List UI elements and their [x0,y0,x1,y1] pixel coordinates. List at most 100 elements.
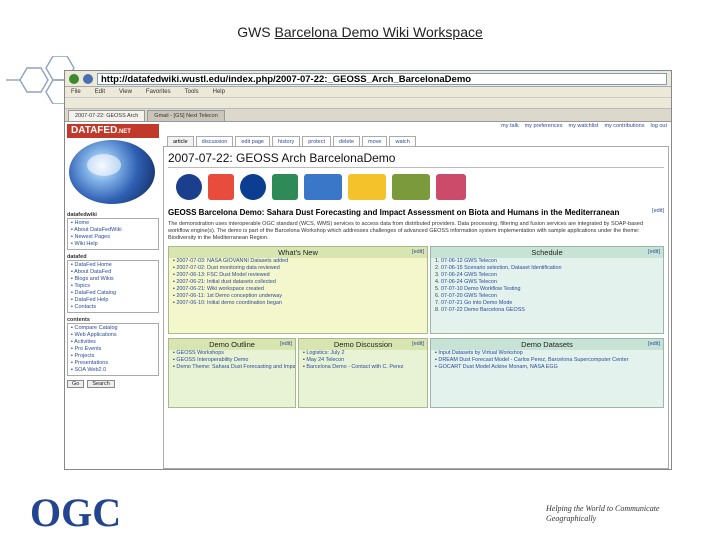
page-tab[interactable]: watch [389,136,416,146]
sidebar-item[interactable]: ▪ Projects [71,353,155,360]
list-item: ▪ DREAM Dust Forecast Model - Carlos Per… [435,357,629,363]
user-link[interactable]: my contributions [604,123,644,129]
sidebar-item[interactable]: ▪ Topics [71,283,155,290]
menu-help[interactable]: Help [213,89,225,95]
list-link[interactable]: 07-06-24 GWS Telecon [441,279,497,285]
edit-link[interactable]: [edit] [280,341,292,347]
list-link[interactable]: 07-06-24 GWS Telecon [441,272,497,278]
list-link[interactable]: May 24 Telecon [306,357,344,363]
slide-title-link[interactable]: Barcelona Demo Wiki Workspace [275,24,483,40]
address-row: http://datafedwiki.wustl.edu/index.php/2… [65,71,671,87]
edit-link[interactable]: [edit] [652,208,664,214]
search-button[interactable]: Search [87,380,115,388]
list-item: ▪ 2007-06-11: 1st Demo conception underw… [173,293,283,299]
slide-title-prefix: GWS [237,24,275,40]
list-item: 5. 07-07-10 Demo Workflow Testing [435,286,521,292]
sidebar-item[interactable]: ▪ Contacts [71,304,155,311]
menu-tools[interactable]: Tools [185,89,199,95]
forward-icon[interactable] [83,73,93,84]
sidebar-item[interactable]: ▪ DataFed Home [71,262,155,269]
page-tab[interactable]: delete [333,136,361,146]
sidebar-item[interactable]: ▪ DataFed Catalog [71,290,155,297]
list-link[interactable]: 07-07-21 Go into Demo Mode [441,300,512,306]
ogc-logo: OGC [30,492,121,532]
url-field[interactable]: http://datafedwiki.wustl.edu/index.php/2… [97,72,667,85]
search-row: Go Search [67,380,159,388]
list-link[interactable]: 2007-06-21: Initial dust datasets collec… [176,279,276,285]
list-link[interactable]: Demo Theme: Sahara Dust Forecasting and … [176,364,295,370]
search-go-button[interactable]: Go [67,380,85,388]
page-tab[interactable]: history [272,136,301,146]
page-tab[interactable]: protect [302,136,332,146]
datafed-logo[interactable]: DATAFED.NET [67,124,159,138]
sidebar-item[interactable]: ▪ Newest Pages [71,234,155,241]
list-link[interactable]: GEOSS Workshops [176,350,224,356]
sidebar-box: ▪ DataFed Home ▪ About DataFed ▪ Blogs and… [67,260,159,313]
sidebar-item[interactable]: ▪ Home [71,220,155,227]
sidebar-item[interactable]: ▪ SOA Web2.0 [71,367,155,374]
page-tab[interactable]: article [167,136,194,146]
edit-link[interactable]: [edit] [412,249,424,255]
page-tab[interactable]: edit page [235,136,270,146]
edit-link[interactable]: [edit] [648,249,660,255]
list-item: ▪ Logistics: July 2 [303,350,345,356]
list-link[interactable]: 07-06-12 GWS Telecon [441,258,497,264]
edit-link[interactable]: [edit] [412,341,424,347]
list-link[interactable]: 2007-06-21: Wiki workspace created [176,286,264,292]
list-link[interactable]: 2007-06-13: FSC Dust Model reviewed [176,272,269,278]
menu-edit[interactable]: Edit [95,89,105,95]
list-item: ▪ Barcelona Demo - Contact with C. Perez [303,364,404,370]
sidebar-item[interactable]: ▪ About DataFedWiki [71,227,155,234]
list-link[interactable]: GOCART Dust Model Ackine Monam, NASA EGG [438,364,557,370]
menu-view[interactable]: View [119,89,132,95]
sidebar-item[interactable]: ▪ Compare Catalog [71,325,155,332]
whats-new-box: What's New [edit] ▪ 2007-07-03: NASA GIOV… [168,246,428,334]
list-link[interactable]: 07-06-15 Scenario selection, Dataset Ide… [441,265,561,271]
user-link[interactable]: my watchlist [568,123,598,129]
partner-logo-iaa [208,174,234,200]
user-link[interactable]: my talk [501,123,518,129]
list-link[interactable]: 2007-07-03: NASA GIOVANNI Datasets added [176,258,288,264]
user-link[interactable]: log out [650,123,667,129]
globe-image [69,140,155,204]
list-item: ▪ GEOSS Interoperability Demo [173,357,249,363]
list-link[interactable]: 2007-06-10: Initial demo coordination be… [176,300,282,306]
partner-logo-satellite [304,174,342,200]
sidebar-item[interactable]: ▪ Pro Events [71,346,155,353]
web-page: DATAFED.NET my talk my preferences my watc… [65,122,671,469]
sidebar-item[interactable]: ▪ Web Applications [71,332,155,339]
list-link[interactable]: 07-07-22 Demo Barcelona GEOSS [441,307,525,313]
page-tab[interactable]: move [362,136,388,146]
sidebar-item[interactable]: ▪ DataFed Help [71,297,155,304]
browser-tab-gmail[interactable]: Gmail - [GS] Next Telecon [147,110,225,121]
schedule-box: Schedule [edit] 1. 07-06-12 GWS Telecon 2.… [430,246,664,334]
list-link[interactable]: 2007-07-02: Dust monitoring data reviewe… [176,265,279,271]
list-link[interactable]: 2007-06-11: 1st Demo conception underway [176,293,282,299]
back-icon[interactable] [69,73,79,84]
browser-tab-active[interactable]: 2007-07-22: GEOSS Arch [68,110,146,121]
sidebar-item[interactable]: ▪ About DataFed [71,269,155,276]
demo-discussion-title: Demo Discussion [333,340,393,349]
partner-logo-shield [436,174,466,200]
bookmarks-bar [65,98,671,109]
partner-logo-noaa [176,174,202,200]
list-link[interactable]: DREAM Dust Forecast Model - Carlos Perez… [438,357,628,363]
sidebar-item[interactable]: ▪ Presentations [71,360,155,367]
list-item: 2. 07-06-15 Scenario selection, Dataset … [435,265,562,271]
list-link[interactable]: Input Datasets by Virtual Workshop [438,350,522,356]
slide-title: GWS Barcelona Demo Wiki Workspace [0,24,720,40]
user-link[interactable]: my preferences [525,123,563,129]
sidebar-item[interactable]: ▪ Blogs and Wikis [71,276,155,283]
menu-favorites[interactable]: Favorites [146,89,171,95]
list-link[interactable]: Barcelona Demo - Contact with C. Perez [306,364,403,370]
menu-file[interactable]: File [71,89,81,95]
page-tab[interactable]: discussion [195,136,234,146]
sidebar-item[interactable]: ▪ Activities [71,339,155,346]
sidebar-item[interactable]: ▪ Wiki Help [71,241,155,248]
edit-link[interactable]: [edit] [648,341,660,347]
list-link[interactable]: 07-07-10 Demo Workflow Testing [441,286,521,292]
list-link[interactable]: 07-07-20 GWS Telecon [441,293,497,299]
list-link[interactable]: Logistics: July 2 [306,350,344,356]
list-link[interactable]: GEOSS Interoperability Demo [176,357,248,363]
partner-logo-nasa [240,174,266,200]
